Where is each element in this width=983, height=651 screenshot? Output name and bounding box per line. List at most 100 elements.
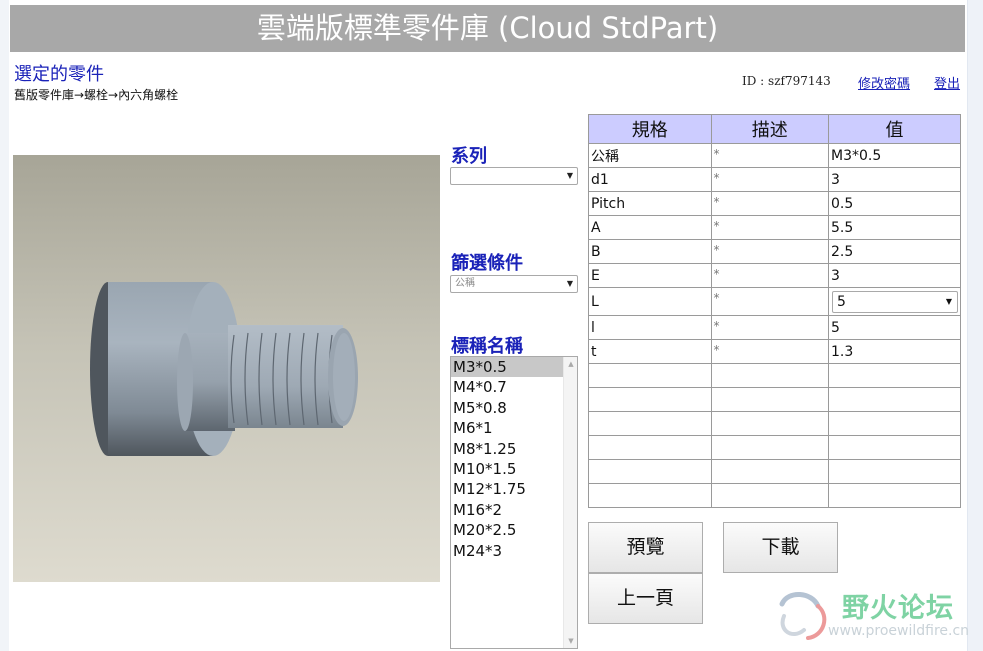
scroll-up-icon[interactable]: ▲ — [564, 357, 578, 371]
spec-value: 1.3 — [828, 339, 961, 364]
filter-select-value: 公稱 — [455, 278, 475, 289]
nominal-name-option[interactable]: M12*1.75 — [451, 479, 564, 499]
spec-name: l — [588, 315, 712, 340]
logout-link[interactable]: 登出 — [934, 73, 960, 92]
spec-desc: * — [710, 315, 830, 340]
empty-cell — [828, 387, 961, 412]
empty-cell — [710, 459, 830, 484]
listbox-scrollbar[interactable]: ▲ ▼ — [563, 357, 577, 648]
spec-value: 3 — [828, 167, 961, 192]
user-id: ID : szf797143 — [742, 74, 831, 88]
empty-cell — [828, 435, 961, 460]
spec-name: d1 — [588, 167, 712, 192]
empty-row — [588, 387, 961, 412]
spec-name: L — [588, 287, 712, 316]
breadcrumb: 舊版零件庫→螺栓→內六角螺栓 — [14, 88, 179, 102]
empty-cell — [828, 363, 961, 388]
spec-desc: * — [710, 287, 830, 316]
spec-value: 5 ▼ — [828, 287, 961, 316]
watermark-logo-icon — [779, 592, 827, 640]
length-select[interactable]: 5 ▼ — [832, 290, 958, 313]
back-button[interactable]: 上一頁 — [588, 573, 703, 624]
filter-select[interactable]: 公稱 ▼ — [450, 275, 578, 293]
filter-label: 篩選條件 — [451, 253, 523, 274]
empty-row — [588, 483, 961, 508]
empty-cell — [588, 435, 712, 460]
spec-desc: * — [710, 143, 830, 168]
threads — [228, 325, 343, 428]
empty-cell — [710, 483, 830, 508]
spec-name: A — [588, 215, 712, 240]
socket-head-screw-render — [90, 282, 358, 456]
spec-table-header: 規格 描述 值 — [588, 114, 961, 144]
selected-part-title: 選定的零件 — [14, 64, 104, 85]
empty-row — [588, 435, 961, 460]
scroll-down-icon[interactable]: ▼ — [564, 634, 578, 648]
empty-cell — [710, 411, 830, 436]
nominal-name-option[interactable]: M20*2.5 — [451, 520, 564, 540]
nominal-name-option[interactable]: M10*1.5 — [451, 459, 564, 479]
spec-row: 公稱 * M3*0.5 — [588, 143, 961, 168]
spec-value: 0.5 — [828, 191, 961, 216]
nominal-name-listbox[interactable]: M3*0.5 M4*0.7 M5*0.8 M6*1 M8*1.25 M10*1.5 M12*… — [450, 356, 578, 649]
chevron-down-icon: ▼ — [945, 296, 952, 306]
header-value: 值 — [828, 114, 961, 144]
spec-table: 規格 描述 值 公稱 * M3*0.5 d1 * 3 Pitch * 0.5 A * 5.5 B * 2.5… — [588, 114, 961, 508]
spec-row: t * 1.3 — [588, 339, 961, 364]
empty-cell — [588, 387, 712, 412]
spec-desc: * — [710, 263, 830, 288]
spec-desc: * — [710, 239, 830, 264]
empty-cell — [828, 459, 961, 484]
header-desc: 描述 — [710, 114, 830, 144]
app-header: 雲端版標準零件庫 (Cloud StdPart) — [10, 5, 965, 52]
spec-row: Pitch * 0.5 — [588, 191, 961, 216]
chevron-down-icon: ▼ — [566, 279, 573, 288]
spec-value: 2.5 — [828, 239, 961, 264]
spec-desc: * — [710, 215, 830, 240]
empty-row — [588, 363, 961, 388]
spec-name: 公稱 — [588, 143, 712, 168]
spec-row: l * 5 — [588, 315, 961, 340]
nominal-name-option[interactable]: M16*2 — [451, 500, 564, 520]
watermark-url: www.proewildfire.cn — [828, 623, 970, 639]
empty-cell — [588, 411, 712, 436]
watermark: 野火论坛 www.proewildfire.cn — [774, 586, 969, 646]
empty-row — [588, 459, 961, 484]
empty-cell — [710, 363, 830, 388]
spec-name: t — [588, 339, 712, 364]
nominal-name-option[interactable]: M8*1.25 — [451, 439, 564, 459]
left-page-edge — [0, 0, 9, 651]
download-button[interactable]: 下載 — [723, 522, 838, 573]
spec-row: B * 2.5 — [588, 239, 961, 264]
spec-desc: * — [710, 167, 830, 192]
spec-row: E * 3 — [588, 263, 961, 288]
empty-cell — [710, 387, 830, 412]
window-scrollbar[interactable] — [967, 0, 983, 651]
nominal-name-option[interactable]: M4*0.7 — [451, 377, 564, 397]
nominal-name-option[interactable]: M6*1 — [451, 418, 564, 438]
empty-cell — [588, 483, 712, 508]
nominal-name-option[interactable]: M3*0.5 — [451, 357, 564, 378]
watermark-name: 野火论坛 — [842, 593, 954, 624]
series-label: 系列 — [451, 146, 487, 167]
part-preview-image — [13, 155, 440, 582]
spec-value: 5 — [828, 315, 961, 340]
nominal-name-option[interactable]: M24*3 — [451, 541, 564, 561]
spec-value: 5.5 — [828, 215, 961, 240]
chevron-down-icon: ▼ — [566, 171, 573, 180]
empty-cell — [828, 483, 961, 508]
change-password-link[interactable]: 修改密碼 — [858, 73, 910, 92]
spec-name: B — [588, 239, 712, 264]
series-select[interactable]: ▼ — [450, 167, 578, 185]
empty-cell — [588, 459, 712, 484]
spec-row: d1 * 3 — [588, 167, 961, 192]
empty-cell — [710, 435, 830, 460]
preview-button[interactable]: 預覽 — [588, 522, 703, 573]
empty-row — [588, 411, 961, 436]
empty-cell — [828, 411, 961, 436]
nominal-name-option[interactable]: M5*0.8 — [451, 398, 564, 418]
spec-value: 3 — [828, 263, 961, 288]
spec-row: L * 5 ▼ — [588, 287, 961, 316]
header-spec: 規格 — [588, 114, 712, 144]
spec-row: A * 5.5 — [588, 215, 961, 240]
